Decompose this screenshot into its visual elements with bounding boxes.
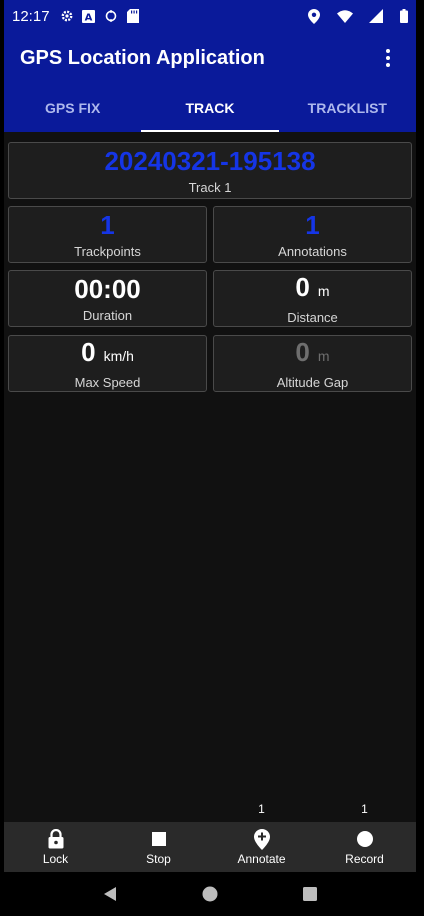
track-card: 20240321-195138 Track 1 xyxy=(8,142,412,199)
duration-value: 00:00 xyxy=(74,274,141,304)
lock-icon xyxy=(45,828,67,850)
home-icon[interactable] xyxy=(196,880,224,908)
svg-text:A: A xyxy=(85,12,93,23)
altitude-gap-value-row: 0 m xyxy=(295,337,329,371)
recents-icon[interactable] xyxy=(296,880,324,908)
tab-bar: GPS FIX TRACK TRACKLIST xyxy=(4,84,416,132)
tab-track[interactable]: TRACK xyxy=(141,84,279,132)
altitude-gap-label: Altitude Gap xyxy=(276,375,349,390)
signal-icon xyxy=(369,9,383,23)
wifi-icon xyxy=(337,9,353,23)
settings-icon xyxy=(60,9,74,23)
record-badge: 1 xyxy=(361,802,368,816)
trackpoints-card: 1 Trackpoints xyxy=(8,206,207,263)
max-speed-card: 0 km/h Max Speed xyxy=(8,335,207,392)
distance-card: 0 m Distance xyxy=(213,270,412,327)
lock-button[interactable]: Lock xyxy=(4,822,107,872)
max-speed-unit: km/h xyxy=(103,348,134,364)
tab-tracklist[interactable]: TRACKLIST xyxy=(279,84,416,132)
status-time: 12:17 xyxy=(12,7,50,25)
stop-label: Stop xyxy=(146,852,171,866)
duration-card: 00:00 Duration xyxy=(8,270,207,327)
max-speed-value-row: 0 km/h xyxy=(81,337,134,371)
sync-icon xyxy=(104,9,118,23)
lock-label: Lock xyxy=(42,852,69,866)
trackpoints-value: 1 xyxy=(100,210,115,240)
annotate-label: Annotate xyxy=(237,852,286,866)
annotations-label: Annotations xyxy=(278,244,347,259)
annotations-value: 1 xyxy=(305,210,320,240)
track-name: Track 1 xyxy=(188,180,232,195)
app-screen: 12:17 A GPS Location Application GPS FIX… xyxy=(4,0,416,916)
distance-value: 0 xyxy=(295,272,310,302)
record-button[interactable]: 1 Record xyxy=(313,802,416,872)
altitude-gap-value: 0 xyxy=(295,337,310,367)
trackpoints-label: Trackpoints xyxy=(74,244,141,259)
sd-card-icon xyxy=(126,9,140,23)
stop-icon xyxy=(148,828,170,850)
add-location-icon xyxy=(251,828,273,850)
location-pin-icon xyxy=(307,8,321,24)
track-panel: 20240321-195138 Track 1 1 Trackpoints 1 … xyxy=(4,132,416,822)
annotate-button[interactable]: 1 Annotate xyxy=(210,802,313,872)
tab-gps-fix[interactable]: GPS FIX xyxy=(4,84,141,132)
record-icon xyxy=(354,828,376,850)
stop-button[interactable]: Stop xyxy=(107,822,210,872)
max-speed-label: Max Speed xyxy=(74,375,141,390)
app-bar: GPS Location Application xyxy=(4,32,416,84)
bottom-action-bar: Lock Stop 1 Annotate 1 Record xyxy=(4,802,416,872)
track-id: 20240321-195138 xyxy=(104,146,316,176)
annotate-badge: 1 xyxy=(258,802,265,816)
more-vert-icon[interactable] xyxy=(376,40,400,76)
distance-label: Distance xyxy=(287,310,338,325)
app-title: GPS Location Application xyxy=(20,46,265,69)
battery-icon xyxy=(399,9,408,23)
status-bar: 12:17 A xyxy=(4,0,416,32)
record-label: Record xyxy=(345,852,384,866)
altitude-gap-unit: m xyxy=(317,348,330,364)
max-speed-value: 0 xyxy=(81,337,96,367)
altitude-gap-card: 0 m Altitude Gap xyxy=(213,335,412,392)
duration-label: Duration xyxy=(82,308,133,323)
distance-unit: m xyxy=(317,283,330,299)
annotations-card: 1 Annotations xyxy=(213,206,412,263)
back-icon[interactable] xyxy=(96,880,124,908)
system-nav-bar xyxy=(4,872,416,916)
distance-value-row: 0 m xyxy=(295,272,329,306)
a-icon: A xyxy=(82,9,96,23)
